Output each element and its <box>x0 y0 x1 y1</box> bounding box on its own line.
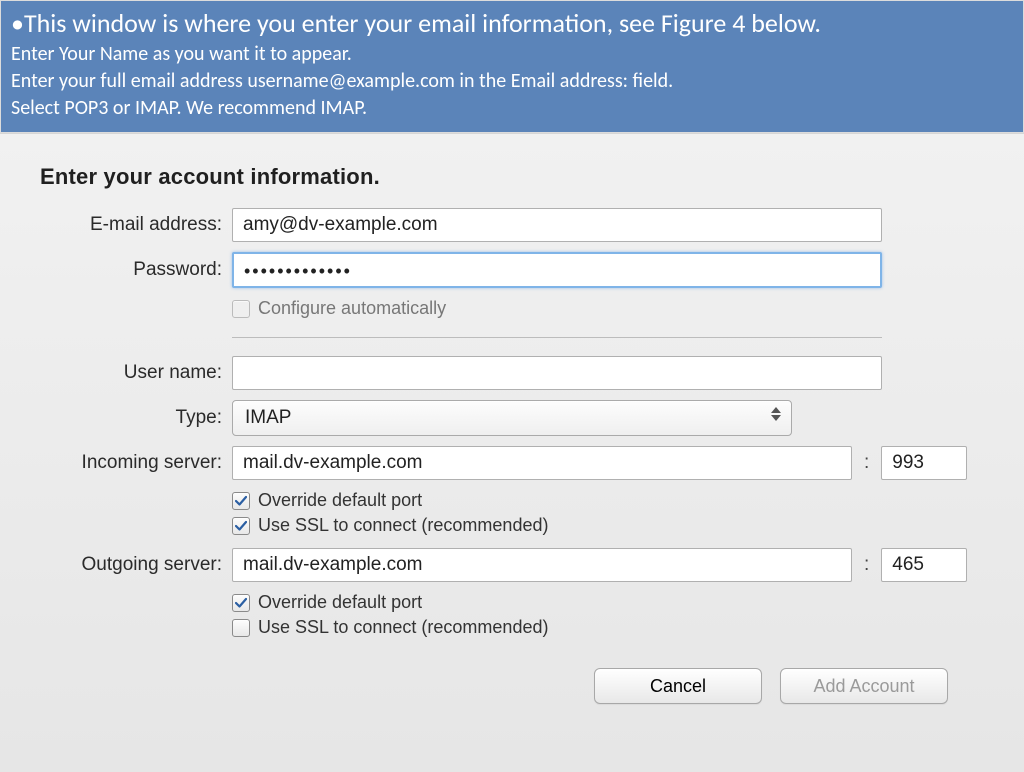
username-field[interactable] <box>232 356 882 390</box>
outgoing-server-field[interactable] <box>232 548 852 582</box>
email-field[interactable] <box>232 208 882 242</box>
cancel-button[interactable]: Cancel <box>594 668 762 704</box>
port-separator-2: : <box>860 554 873 576</box>
incoming-port-field[interactable] <box>881 446 967 480</box>
password-label: Password: <box>20 259 232 281</box>
incoming-server-label: Incoming server: <box>20 452 232 474</box>
type-select-value: IMAP <box>245 407 291 429</box>
account-form-panel: Enter your account information. E-mail a… <box>0 133 1024 772</box>
incoming-override-port-checkbox[interactable] <box>232 492 250 510</box>
outgoing-override-port-label: Override default port <box>258 592 422 613</box>
incoming-use-ssl-checkbox[interactable] <box>232 517 250 535</box>
banner-line-1: •This window is where you enter your ema… <box>11 7 1013 39</box>
outgoing-use-ssl-checkbox[interactable] <box>232 619 250 637</box>
incoming-server-field[interactable] <box>232 446 852 480</box>
incoming-override-port-label: Override default port <box>258 490 422 511</box>
form-title: Enter your account information. <box>20 164 1004 190</box>
add-account-button[interactable]: Add Account <box>780 668 948 704</box>
outgoing-override-port-checkbox[interactable] <box>232 594 250 612</box>
type-select[interactable]: IMAP <box>232 400 792 436</box>
instruction-banner: •This window is where you enter your ema… <box>0 0 1024 133</box>
banner-line-4: Select POP3 or IMAP. We recommend IMAP. <box>11 95 1013 122</box>
incoming-use-ssl-label: Use SSL to connect (recommended) <box>258 515 548 536</box>
configure-automatically-checkbox[interactable] <box>232 300 250 318</box>
outgoing-use-ssl-label: Use SSL to connect (recommended) <box>258 617 548 638</box>
port-separator: : <box>860 452 873 474</box>
type-label: Type: <box>20 407 232 429</box>
username-label: User name: <box>20 362 232 384</box>
outgoing-server-label: Outgoing server: <box>20 554 232 576</box>
select-arrows-icon <box>771 407 781 421</box>
outgoing-port-field[interactable] <box>881 548 967 582</box>
banner-line-2: Enter Your Name as you want it to appear… <box>11 41 1013 68</box>
configure-automatically-label: Configure automatically <box>258 298 446 319</box>
password-field[interactable]: ••••••••••••• <box>232 252 882 288</box>
section-divider <box>232 329 882 338</box>
banner-line-3: Enter your full email address username@e… <box>11 68 1013 95</box>
email-label: E-mail address: <box>20 214 232 236</box>
